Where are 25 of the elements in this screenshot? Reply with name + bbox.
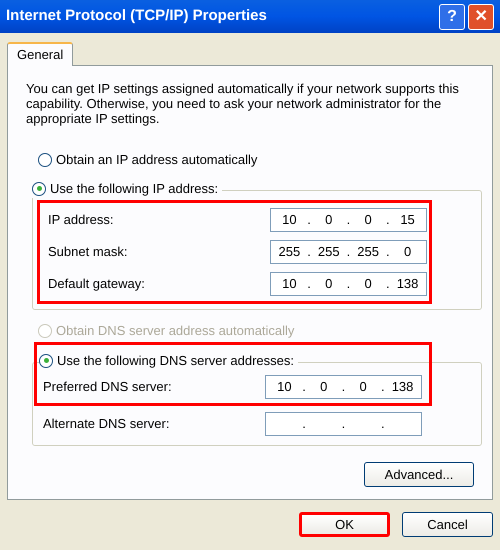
ip-address-field[interactable]: 10 . 0 . 0 . 138 [265, 375, 422, 399]
advanced-button[interactable]: Advanced... [364, 462, 474, 487]
field-label: Subnet mask: [48, 243, 128, 262]
ip-address-field[interactable]: . . . [265, 412, 422, 436]
radio-label: Obtain DNS server address automatically [56, 322, 294, 340]
radio-label: Use the following DNS server addresses: [57, 352, 294, 370]
field-label: IP address: [48, 211, 115, 230]
radio-button[interactable] [38, 153, 52, 167]
ip-address-field[interactable]: 255 . 255 . 255 . 0 [270, 240, 427, 264]
window-title: Internet Protocol (TCP/IP) Properties [6, 6, 268, 26]
radio-button[interactable] [39, 354, 53, 368]
field-label: Default gateway: [48, 275, 146, 294]
radio-label: Obtain an IP address automatically [56, 151, 258, 170]
tab[interactable]: General [7, 42, 74, 66]
close-button[interactable]: ✕ [468, 4, 494, 30]
ip-address-field[interactable]: 10 . 0 . 0 . 138 [270, 272, 427, 296]
ip-address-field[interactable]: 10 . 0 . 0 . 15 [270, 208, 427, 232]
field-label: Preferred DNS server: [43, 378, 173, 396]
field-label: Alternate DNS server: [43, 415, 170, 434]
description-text: You can get IP settings assigned automatically if your network supports this capability. Otherwise, you need to ask your network administrator for the appropriate IP settings. [26, 81, 460, 126]
help-button[interactable]: ? [439, 4, 465, 30]
highlighted-button[interactable]: OK [299, 512, 390, 537]
radio-label: Use the following IP address: [50, 180, 218, 198]
radio-button[interactable] [32, 182, 46, 196]
dialog-button[interactable]: Cancel [402, 512, 493, 537]
